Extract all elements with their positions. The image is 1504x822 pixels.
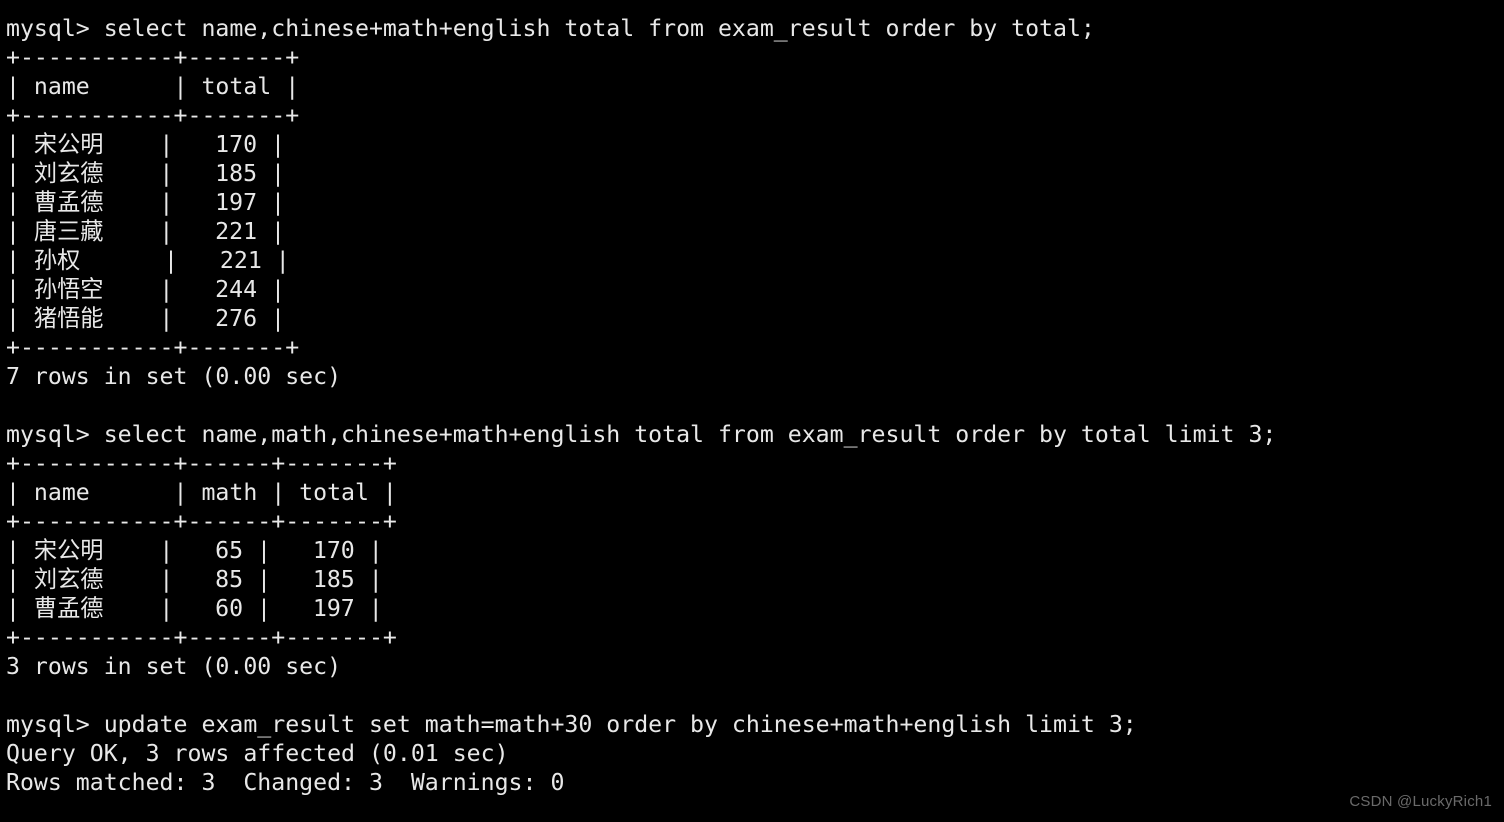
- terminal-line: | 孙权 | 221 |: [6, 247, 290, 274]
- terminal-window[interactable]: mysql> select name,chinese+math+english …: [0, 0, 1504, 822]
- terminal-line: | 唐三藏 | 221 |: [6, 218, 285, 245]
- terminal-line: | 刘玄德 | 85 | 185 |: [6, 566, 383, 593]
- terminal-line: mysql> update exam_result set math=math+…: [6, 711, 1137, 738]
- terminal-line: +-----------+-------+: [6, 102, 300, 129]
- terminal-line: | 猪悟能 | 276 |: [6, 305, 285, 332]
- terminal-line: | 孙悟空 | 244 |: [6, 276, 285, 303]
- terminal-line: | 宋公明 | 65 | 170 |: [6, 537, 383, 564]
- terminal-output: mysql> select name,chinese+math+english …: [6, 14, 1504, 797]
- terminal-line: +-----------+------+-------+: [6, 450, 397, 477]
- terminal-line: +-----------+-------+: [6, 44, 300, 71]
- terminal-line: | 曹孟德 | 197 |: [6, 189, 285, 216]
- watermark: CSDN @LuckyRich1: [1349, 793, 1492, 810]
- terminal-line: 7 rows in set (0.00 sec): [6, 363, 342, 390]
- terminal-line: mysql> select name,chinese+math+english …: [6, 15, 1095, 42]
- terminal-line: +-----------+------+-------+: [6, 508, 397, 535]
- terminal-line: +-----------+------+-------+: [6, 624, 397, 651]
- terminal-line: | 宋公明 | 170 |: [6, 131, 285, 158]
- terminal-line: | name | math | total |: [6, 479, 397, 506]
- terminal-line: | 刘玄德 | 185 |: [6, 160, 285, 187]
- terminal-line: +-----------+-------+: [6, 334, 300, 361]
- terminal-line: Rows matched: 3 Changed: 3 Warnings: 0: [6, 769, 565, 796]
- terminal-line: 3 rows in set (0.00 sec): [6, 653, 342, 680]
- terminal-line: | name | total |: [6, 73, 300, 100]
- terminal-line: mysql> select name,math,chinese+math+eng…: [6, 421, 1277, 448]
- terminal-line: | 曹孟德 | 60 | 197 |: [6, 595, 383, 622]
- terminal-line: Query OK, 3 rows affected (0.01 sec): [6, 740, 509, 767]
